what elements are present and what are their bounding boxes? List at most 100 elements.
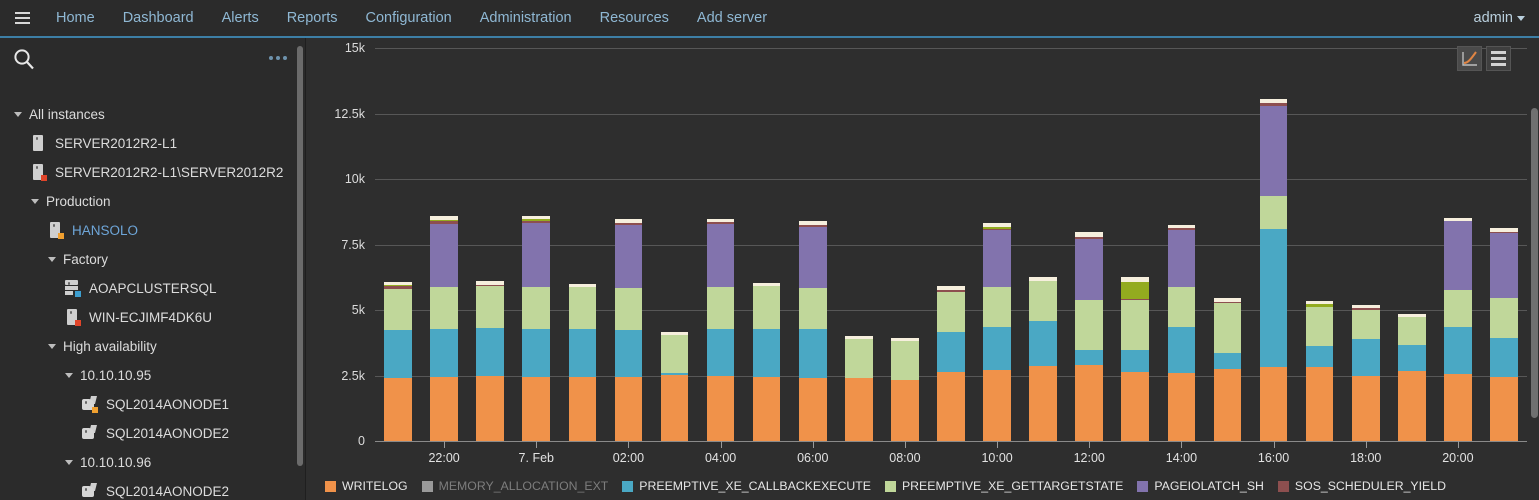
chart-bar[interactable] (1351, 304, 1380, 441)
legend-item[interactable]: SOS_SCHEDULER_YIELD (1277, 476, 1446, 496)
status-indicator (75, 291, 81, 297)
sidebar-item-sql2014aonode2[interactable]: SQL2014AONODE2 (0, 419, 305, 448)
sidebar-item-high-availability[interactable]: High availability (0, 332, 305, 361)
chart-bar[interactable] (384, 282, 412, 441)
hamburger-menu-icon[interactable] (0, 12, 44, 24)
sidebar-item-aoapclustersql[interactable]: AOAPCLUSTERSQL (0, 274, 305, 303)
chart-bar[interactable] (1259, 99, 1288, 441)
sidebar-item-production[interactable]: Production (0, 187, 305, 216)
nav-item-administration[interactable]: Administration (466, 0, 586, 36)
legend-item[interactable]: PREEMPTIVE_XE_CALLBACKEXECUTE (622, 476, 871, 496)
bar-segment (430, 223, 458, 288)
chart-bar[interactable] (1075, 232, 1104, 441)
chart-bar[interactable] (660, 332, 689, 441)
chart-bar[interactable] (568, 284, 597, 441)
chart-bar[interactable] (614, 219, 643, 441)
chart-bar[interactable] (845, 336, 873, 441)
gridline (375, 48, 1527, 49)
caret-down-icon[interactable] (48, 257, 56, 262)
legend-item[interactable]: WRITELOG (325, 476, 408, 496)
chart-bar[interactable] (1121, 277, 1150, 441)
bar-segment (614, 377, 643, 441)
line-chart-button[interactable] (1457, 46, 1482, 71)
server-icon (31, 164, 47, 181)
sidebar-item-sql2014aonode1[interactable]: SQL2014AONODE1 (0, 390, 305, 419)
caret-down-icon[interactable] (48, 344, 56, 349)
sidebar: All instances SERVER2012R2-L1 SERVER2012R2… (0, 38, 306, 500)
bar-segment (1167, 372, 1196, 441)
legend-item[interactable]: PREEMPTIVE_XE_GETTARGETSTATE (884, 476, 1123, 496)
x-axis-tick (1273, 441, 1275, 448)
nav-item-add-server[interactable]: Add server (683, 0, 781, 36)
caret-down-icon[interactable] (65, 460, 73, 465)
nav-item-alerts[interactable]: Alerts (208, 0, 273, 36)
sidebar-item-label: SQL2014AONODE1 (106, 397, 230, 412)
chart-bar[interactable] (1029, 277, 1057, 441)
sidebar-scrollbar[interactable] (297, 44, 303, 484)
nav-item-resources[interactable]: Resources (586, 0, 683, 36)
chart-bar[interactable] (706, 218, 735, 441)
list-view-button[interactable] (1486, 46, 1511, 71)
bar-segment (752, 328, 781, 377)
user-menu[interactable]: admin (1474, 0, 1525, 36)
legend-label: WRITELOG (342, 479, 408, 493)
bar-segment (568, 287, 597, 330)
sidebar-item-10-10-10-96[interactable]: 10.10.10.96 (0, 448, 305, 477)
search-icon[interactable] (13, 48, 35, 70)
legend-swatch (1277, 480, 1289, 492)
bar-segment (476, 327, 505, 377)
chart-bar[interactable] (476, 281, 505, 441)
legend-item[interactable]: MEMORY_ALLOCATION_EXT (421, 476, 608, 496)
bar-segment (752, 286, 781, 329)
chart-bar[interactable] (430, 216, 458, 441)
page-scrollbar[interactable] (1530, 38, 1539, 500)
chart-bar[interactable] (752, 283, 781, 441)
chart-bar[interactable] (1490, 228, 1518, 441)
bar-segment (845, 377, 873, 441)
sidebar-item-server2012r2-l1[interactable]: SERVER2012R2-L1 (0, 129, 305, 158)
chart-bar[interactable] (1213, 297, 1242, 441)
caret-down-icon[interactable] (14, 112, 22, 117)
sidebar-item-label: High availability (63, 339, 157, 354)
line-chart-icon (1462, 51, 1477, 66)
bar-segment (384, 288, 412, 331)
chart-bar[interactable] (1305, 300, 1334, 441)
ellipsis-icon[interactable] (269, 56, 287, 60)
caret-down-icon[interactable] (65, 373, 73, 378)
bar-segment (1305, 366, 1334, 441)
nav-item-configuration[interactable]: Configuration (351, 0, 465, 36)
caret-down-icon[interactable] (31, 199, 39, 204)
wait-stats-chart: 0 2.5k 5k 7.5k 10k 12.5k 15k 22:00 7. Feb 02:00 04… (307, 38, 1539, 470)
status-indicator (92, 407, 98, 413)
sidebar-item-factory[interactable]: Factory (0, 245, 305, 274)
sidebar-item-sql2014aonode2[interactable]: SQL2014AONODE2 (0, 477, 305, 500)
sidebar-item-all-instances[interactable]: All instances (0, 100, 305, 129)
sidebar-item-server2012r2-l1-server2012r2[interactable]: SERVER2012R2-L1\SERVER2012R2 (0, 158, 305, 187)
bar-segment (1305, 345, 1334, 367)
chart-bar[interactable] (1397, 313, 1426, 441)
chart-bar[interactable] (1167, 224, 1196, 441)
top-navigation-bar: Home Dashboard Alerts Reports Configuration A… (0, 0, 1539, 38)
bar-segment (430, 377, 458, 441)
legend-item[interactable]: PAGEIOLATCH_SH (1137, 476, 1264, 496)
chart-bar[interactable] (891, 338, 919, 441)
chart-bar[interactable] (937, 286, 965, 441)
bar-segment (1444, 374, 1472, 441)
sidebar-item-hansolo[interactable]: HANSOLO (0, 216, 305, 245)
nav-item-reports[interactable]: Reports (273, 0, 352, 36)
y-axis-tick-label: 10k (344, 172, 365, 186)
sidebar-item-10-10-10-95[interactable]: 10.10.10.95 (0, 361, 305, 390)
x-axis-tick-label: 7. Feb (518, 451, 554, 465)
chart-bar[interactable] (1444, 217, 1472, 441)
sidebar-item-win-ecjimf4dk6u[interactable]: WIN-ECJIMF4DK6U (0, 303, 305, 332)
nav-item-home[interactable]: Home (44, 0, 109, 36)
nav-item-dashboard[interactable]: Dashboard (109, 0, 208, 36)
bar-segment (706, 329, 735, 377)
legend-swatch (325, 480, 336, 492)
chart-bar[interactable] (522, 215, 551, 441)
chart-bar[interactable] (798, 221, 827, 441)
bar-segment (1121, 371, 1150, 441)
chart-bar[interactable] (983, 223, 1011, 441)
bar-segment (476, 376, 505, 441)
sidebar-item-label: SERVER2012R2-L1\SERVER2012R2 (55, 165, 284, 180)
